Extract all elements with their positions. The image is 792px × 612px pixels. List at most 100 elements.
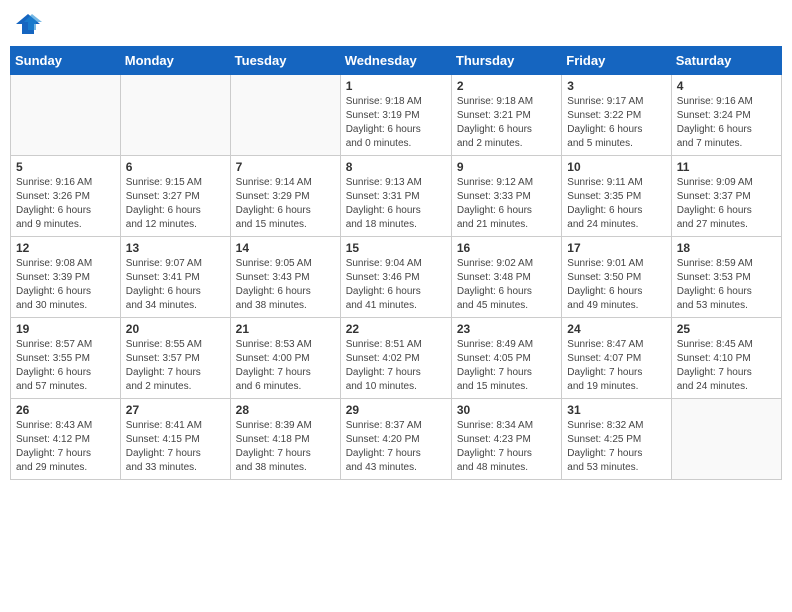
day-info: Sunrise: 8:41 AM Sunset: 4:15 PM Dayligh… xyxy=(126,419,225,475)
calendar-cell: 8 Sunrise: 9:13 AM Sunset: 3:31 PM Daylig… xyxy=(340,156,451,237)
calendar-cell: 20Sunrise: 8:55 AM Sunset: 3:57 PM Dayli… xyxy=(120,318,230,399)
calendar-cell: 4Sunrise: 9:16 AM Sunset: 3:24 PM Daylig… xyxy=(671,75,781,156)
day-number: 7 xyxy=(236,160,335,174)
day-number: 6 xyxy=(126,160,225,174)
calendar-cell: 13 Sunrise: 9:07 AM Sunset: 3:41 PM Dayli… xyxy=(120,237,230,318)
calendar-cell xyxy=(120,75,230,156)
day-number: 20 xyxy=(126,322,225,336)
calendar-cell: 19Sunrise: 8:57 AM Sunset: 3:55 PM Dayli… xyxy=(11,318,121,399)
day-info: Sunrise: 9:07 AM Sunset: 3:41 PM Dayligh… xyxy=(126,257,225,313)
day-number: 10 xyxy=(567,160,665,174)
logo xyxy=(14,10,46,38)
day-info: Sunrise: 9:17 AM Sunset: 3:22 PM Dayligh… xyxy=(567,95,665,151)
day-number: 8 xyxy=(346,160,446,174)
weekday-header-thursday: Thursday xyxy=(451,47,561,75)
weekday-header-friday: Friday xyxy=(562,47,671,75)
day-number: 31 xyxy=(567,403,665,417)
calendar-cell: 6 Sunrise: 9:15 AM Sunset: 3:27 PM Daylig… xyxy=(120,156,230,237)
calendar-cell: 30 Sunrise: 8:34 AM Sunset: 4:23 PM Dayli… xyxy=(451,399,561,480)
day-info: Sunrise: 8:57 AM Sunset: 3:55 PM Dayligh… xyxy=(16,338,115,394)
day-number: 15 xyxy=(346,241,446,255)
calendar-cell xyxy=(671,399,781,480)
day-info: Sunrise: 9:12 AM Sunset: 3:33 PM Dayligh… xyxy=(457,176,556,232)
day-number: 12 xyxy=(16,241,115,255)
day-info: Sunrise: 9:08 AM Sunset: 3:39 PM Dayligh… xyxy=(16,257,115,313)
calendar-week-row: 5 Sunrise: 9:16 AM Sunset: 3:26 PM Daylig… xyxy=(11,156,782,237)
calendar-cell: 24 Sunrise: 8:47 AM Sunset: 4:07 PM Dayli… xyxy=(562,318,671,399)
day-number: 3 xyxy=(567,79,665,93)
day-info: Sunrise: 8:43 AM Sunset: 4:12 PM Dayligh… xyxy=(16,419,115,475)
day-info: Sunrise: 8:45 AM Sunset: 4:10 PM Dayligh… xyxy=(677,338,776,394)
day-info: Sunrise: 9:13 AM Sunset: 3:31 PM Dayligh… xyxy=(346,176,446,232)
day-info: Sunrise: 9:14 AM Sunset: 3:29 PM Dayligh… xyxy=(236,176,335,232)
calendar-cell: 27 Sunrise: 8:41 AM Sunset: 4:15 PM Dayli… xyxy=(120,399,230,480)
day-info: Sunrise: 9:09 AM Sunset: 3:37 PM Dayligh… xyxy=(677,176,776,232)
calendar-cell: 5 Sunrise: 9:16 AM Sunset: 3:26 PM Daylig… xyxy=(11,156,121,237)
day-number: 27 xyxy=(126,403,225,417)
calendar-cell: 9 Sunrise: 9:12 AM Sunset: 3:33 PM Daylig… xyxy=(451,156,561,237)
day-info: Sunrise: 8:34 AM Sunset: 4:23 PM Dayligh… xyxy=(457,419,556,475)
day-number: 25 xyxy=(677,322,776,336)
calendar-cell: 21Sunrise: 8:53 AM Sunset: 4:00 PM Dayli… xyxy=(230,318,340,399)
calendar-cell: 18 Sunrise: 8:59 AM Sunset: 3:53 PM Dayli… xyxy=(671,237,781,318)
calendar-cell: 17 Sunrise: 9:01 AM Sunset: 3:50 PM Dayli… xyxy=(562,237,671,318)
weekday-header-wednesday: Wednesday xyxy=(340,47,451,75)
calendar-cell: 29Sunrise: 8:37 AM Sunset: 4:20 PM Dayli… xyxy=(340,399,451,480)
day-info: Sunrise: 8:47 AM Sunset: 4:07 PM Dayligh… xyxy=(567,338,665,394)
day-number: 24 xyxy=(567,322,665,336)
calendar-cell: 25 Sunrise: 8:45 AM Sunset: 4:10 PM Dayli… xyxy=(671,318,781,399)
day-number: 4 xyxy=(677,79,776,93)
weekday-header-monday: Monday xyxy=(120,47,230,75)
calendar-cell: 11 Sunrise: 9:09 AM Sunset: 3:37 PM Dayli… xyxy=(671,156,781,237)
day-info: Sunrise: 9:01 AM Sunset: 3:50 PM Dayligh… xyxy=(567,257,665,313)
day-number: 9 xyxy=(457,160,556,174)
day-number: 30 xyxy=(457,403,556,417)
calendar-cell: 2 Sunrise: 9:18 AM Sunset: 3:21 PM Daylig… xyxy=(451,75,561,156)
calendar-cell xyxy=(11,75,121,156)
day-info: Sunrise: 9:18 AM Sunset: 3:19 PM Dayligh… xyxy=(346,95,446,151)
calendar-cell: 31Sunrise: 8:32 AM Sunset: 4:25 PM Dayli… xyxy=(562,399,671,480)
day-info: Sunrise: 9:05 AM Sunset: 3:43 PM Dayligh… xyxy=(236,257,335,313)
calendar-cell: 12 Sunrise: 9:08 AM Sunset: 3:39 PM Dayli… xyxy=(11,237,121,318)
day-number: 2 xyxy=(457,79,556,93)
day-number: 28 xyxy=(236,403,335,417)
calendar-cell: 16Sunrise: 9:02 AM Sunset: 3:48 PM Dayli… xyxy=(451,237,561,318)
day-number: 26 xyxy=(16,403,115,417)
day-info: Sunrise: 8:51 AM Sunset: 4:02 PM Dayligh… xyxy=(346,338,446,394)
calendar-cell: 10Sunrise: 9:11 AM Sunset: 3:35 PM Dayli… xyxy=(562,156,671,237)
day-info: Sunrise: 9:16 AM Sunset: 3:26 PM Dayligh… xyxy=(16,176,115,232)
day-info: Sunrise: 9:18 AM Sunset: 3:21 PM Dayligh… xyxy=(457,95,556,151)
day-number: 22 xyxy=(346,322,446,336)
calendar-cell: 23 Sunrise: 8:49 AM Sunset: 4:05 PM Dayli… xyxy=(451,318,561,399)
day-number: 17 xyxy=(567,241,665,255)
day-number: 23 xyxy=(457,322,556,336)
calendar-week-row: 12 Sunrise: 9:08 AM Sunset: 3:39 PM Dayli… xyxy=(11,237,782,318)
weekday-header-row: SundayMondayTuesdayWednesdayThursdayFrid… xyxy=(11,47,782,75)
logo-icon xyxy=(14,10,42,38)
day-number: 18 xyxy=(677,241,776,255)
day-info: Sunrise: 8:37 AM Sunset: 4:20 PM Dayligh… xyxy=(346,419,446,475)
calendar-cell: 26 Sunrise: 8:43 AM Sunset: 4:12 PM Dayli… xyxy=(11,399,121,480)
day-number: 11 xyxy=(677,160,776,174)
weekday-header-sunday: Sunday xyxy=(11,47,121,75)
day-number: 16 xyxy=(457,241,556,255)
day-info: Sunrise: 8:59 AM Sunset: 3:53 PM Dayligh… xyxy=(677,257,776,313)
day-info: Sunrise: 8:39 AM Sunset: 4:18 PM Dayligh… xyxy=(236,419,335,475)
calendar-cell: 28 Sunrise: 8:39 AM Sunset: 4:18 PM Dayli… xyxy=(230,399,340,480)
day-info: Sunrise: 9:15 AM Sunset: 3:27 PM Dayligh… xyxy=(126,176,225,232)
calendar-cell: 14 Sunrise: 9:05 AM Sunset: 3:43 PM Dayli… xyxy=(230,237,340,318)
day-number: 13 xyxy=(126,241,225,255)
calendar-week-row: 19Sunrise: 8:57 AM Sunset: 3:55 PM Dayli… xyxy=(11,318,782,399)
day-number: 14 xyxy=(236,241,335,255)
weekday-header-tuesday: Tuesday xyxy=(230,47,340,75)
calendar-cell: 3 Sunrise: 9:17 AM Sunset: 3:22 PM Daylig… xyxy=(562,75,671,156)
calendar-cell: 22 Sunrise: 8:51 AM Sunset: 4:02 PM Dayli… xyxy=(340,318,451,399)
calendar-cell: 15Sunrise: 9:04 AM Sunset: 3:46 PM Dayli… xyxy=(340,237,451,318)
weekday-header-saturday: Saturday xyxy=(671,47,781,75)
calendar-cell: 7 Sunrise: 9:14 AM Sunset: 3:29 PM Daylig… xyxy=(230,156,340,237)
day-number: 1 xyxy=(346,79,446,93)
day-info: Sunrise: 8:49 AM Sunset: 4:05 PM Dayligh… xyxy=(457,338,556,394)
day-number: 21 xyxy=(236,322,335,336)
day-number: 5 xyxy=(16,160,115,174)
calendar-cell xyxy=(230,75,340,156)
